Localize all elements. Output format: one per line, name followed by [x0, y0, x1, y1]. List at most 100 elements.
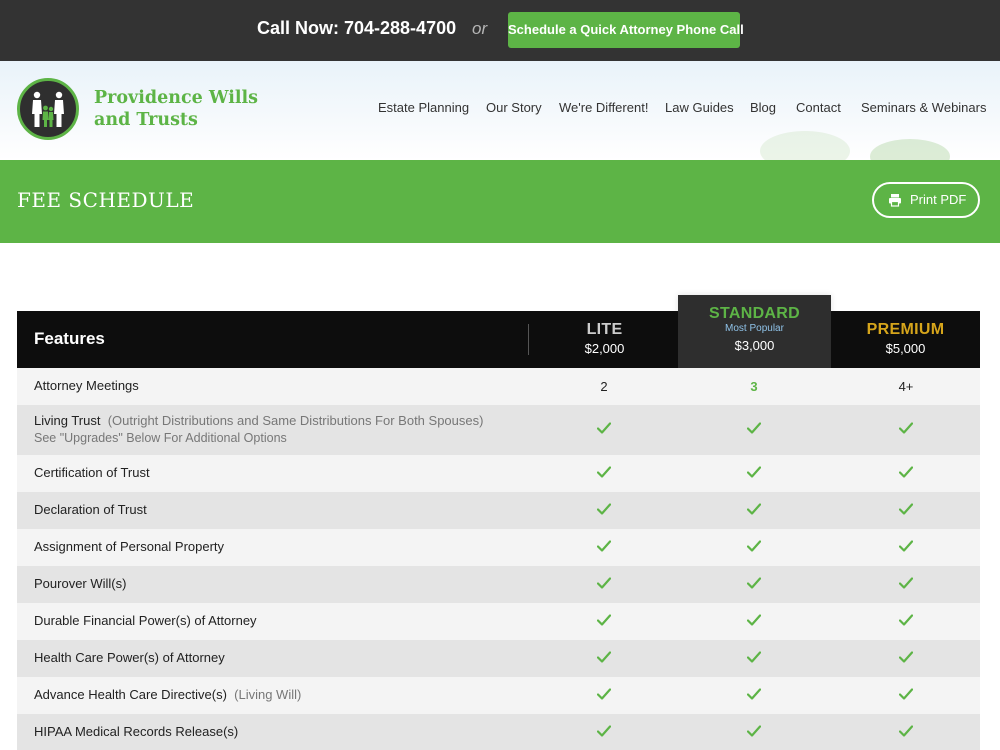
table-row: HIPAA Medical Records Release(s)	[17, 714, 980, 750]
table-row: Pourover Will(s)	[17, 566, 980, 603]
feature-name: Advance Health Care Directive(s) (Living…	[34, 687, 301, 702]
feature-label: Living Trust	[34, 413, 101, 428]
cell-lite	[529, 687, 679, 703]
cell-premium	[831, 687, 981, 703]
feature-label: Assignment of Personal Property	[34, 539, 225, 554]
check-icon	[747, 539, 761, 552]
feature-name: Declaration of Trust	[34, 502, 147, 517]
table-row: Health Care Power(s) of Attorney	[17, 640, 980, 677]
table-row: Attorney Meetings 2 3 4+	[17, 368, 980, 405]
cell-standard	[679, 576, 829, 592]
cell-lite-value: 2	[600, 378, 608, 394]
cell-lite	[529, 613, 679, 629]
check-icon	[899, 502, 913, 515]
plan-lite-price: $2,000	[584, 341, 625, 356]
check-icon	[899, 539, 913, 552]
call-now-phone[interactable]: Call Now: 704-288-4700	[257, 18, 456, 39]
cell-standard	[679, 539, 829, 555]
nav-law-guides[interactable]: Law Guides	[665, 100, 734, 115]
top-bar: Call Now: 704-288-4700 or Schedule a Qui…	[0, 0, 1000, 61]
check-icon	[597, 650, 611, 663]
feature-name: Certification of Trust	[34, 465, 150, 480]
feature-note: (Outright Distributions and Same Distrib…	[107, 413, 484, 428]
plan-lite-header: LITE $2,000	[529, 321, 680, 356]
check-icon	[899, 613, 913, 626]
check-icon	[597, 502, 611, 515]
header-background-haze	[870, 139, 950, 160]
check-icon	[597, 687, 611, 700]
plan-premium-header: PREMIUM $5,000	[831, 321, 980, 356]
feature-name: Health Care Power(s) of Attorney	[34, 650, 225, 665]
plan-premium-price: $5,000	[885, 341, 926, 356]
cell-premium	[831, 613, 981, 629]
table-row: Assignment of Personal Property	[17, 529, 980, 566]
check-icon	[597, 724, 611, 737]
print-pdf-label: Print PDF	[910, 192, 967, 207]
check-icon	[899, 724, 913, 737]
check-icon	[597, 539, 611, 552]
cell-premium-value: 4+	[898, 378, 914, 394]
cell-premium	[831, 576, 981, 592]
feature-label: HIPAA Medical Records Release(s)	[34, 724, 239, 739]
cell-lite	[529, 422, 679, 437]
cell-standard-value: 3	[750, 378, 758, 394]
table-row: Declaration of Trust	[17, 492, 980, 529]
check-icon	[597, 465, 611, 478]
check-icon	[597, 613, 611, 626]
check-icon	[747, 576, 761, 589]
check-icon	[747, 422, 761, 434]
feature-name: Living Trust (Outright Distributions and…	[34, 413, 483, 428]
nav-seminars-webinars[interactable]: Seminars & Webinars	[861, 100, 986, 115]
check-icon	[747, 687, 761, 700]
plan-premium-name: PREMIUM	[866, 321, 945, 338]
check-icon	[899, 687, 913, 700]
table-row: Durable Financial Power(s) of Attorney	[17, 603, 980, 640]
feature-name: HIPAA Medical Records Release(s)	[34, 724, 238, 739]
check-icon	[899, 422, 913, 434]
plan-standard-name: STANDARD	[709, 305, 800, 322]
cell-lite	[529, 724, 679, 740]
feature-label: Durable Financial Power(s) of Attorney	[34, 613, 257, 628]
table-row: Living Trust (Outright Distributions and…	[17, 405, 980, 455]
or-separator: or	[472, 19, 488, 38]
cell-premium	[831, 724, 981, 740]
cell-premium	[831, 650, 981, 666]
check-icon	[899, 465, 913, 478]
check-icon	[597, 576, 611, 589]
feature-label: Certification of Trust	[34, 465, 150, 480]
nav-contact[interactable]: Contact	[796, 100, 841, 115]
cell-lite	[529, 465, 679, 481]
nav-estate-planning[interactable]: Estate Planning	[378, 100, 469, 115]
check-icon	[747, 465, 761, 478]
schedule-call-button[interactable]: Schedule a Quick Attorney Phone Call	[508, 12, 744, 48]
print-pdf-button[interactable]: Print PDF	[872, 182, 980, 218]
cell-premium	[831, 422, 981, 437]
feature-subnote: See "Upgrades" Below For Additional Opti…	[34, 431, 287, 445]
check-icon	[747, 650, 761, 663]
table-row: Certification of Trust	[17, 455, 980, 492]
nav-were-different[interactable]: We're Different!	[559, 100, 648, 115]
brand-name[interactable]: Providence Wills and Trusts	[94, 87, 258, 131]
family-logo-icon[interactable]	[17, 78, 79, 140]
feature-name: Pourover Will(s)	[34, 576, 126, 591]
feature-name: Assignment of Personal Property	[34, 539, 224, 554]
brand-line-1: Providence Wills	[94, 88, 258, 108]
cell-premium	[831, 539, 981, 555]
brand-line-2: and Trusts	[94, 110, 198, 130]
feature-label: Health Care Power(s) of Attorney	[34, 650, 225, 665]
cell-premium	[831, 465, 981, 481]
cell-standard	[679, 465, 829, 481]
cell-premium	[831, 502, 981, 518]
printer-icon	[889, 194, 901, 207]
nav-blog[interactable]: Blog	[750, 100, 776, 115]
cell-standard	[679, 422, 829, 437]
table-row: Advance Health Care Directive(s) (Living…	[17, 677, 980, 714]
check-icon	[597, 422, 611, 434]
nav-our-story[interactable]: Our Story	[486, 100, 542, 115]
feature-label: Advance Health Care Directive(s)	[34, 687, 227, 702]
cell-standard	[679, 650, 829, 666]
plan-lite-name: LITE	[586, 321, 623, 338]
cell-standard	[679, 724, 829, 740]
feature-label: Attorney Meetings	[34, 378, 139, 393]
feature-name: Attorney Meetings	[34, 378, 139, 393]
